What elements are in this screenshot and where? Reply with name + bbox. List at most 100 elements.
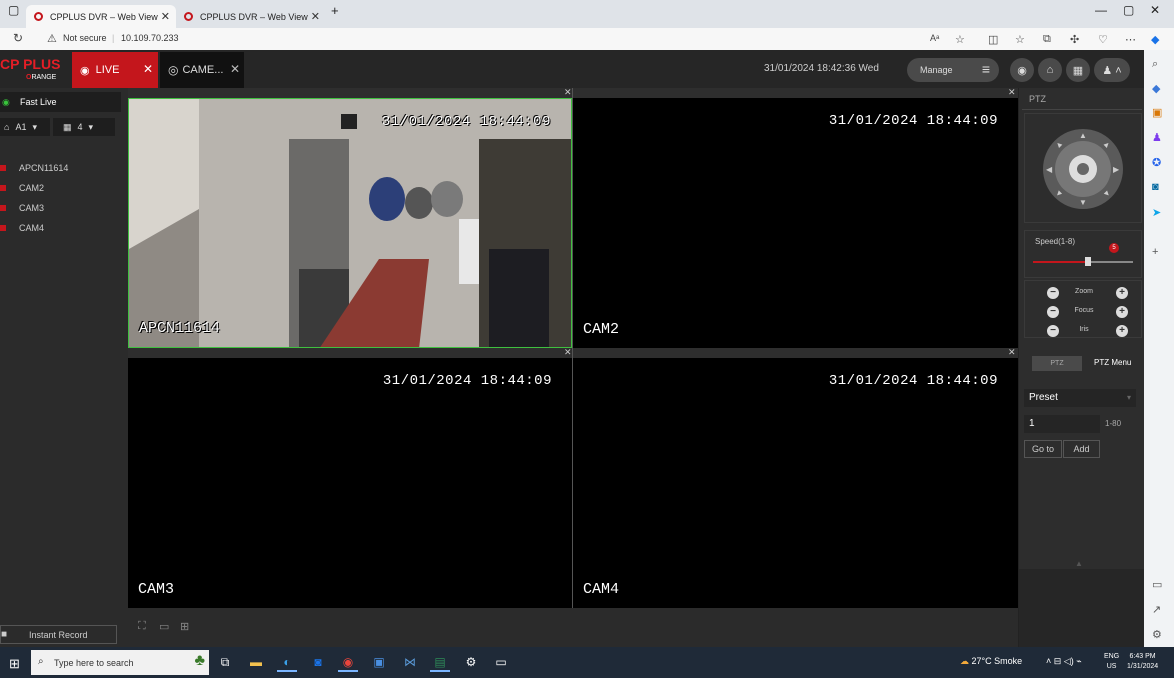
tab-ptz-menu[interactable]: PTZ Menu [1094, 358, 1131, 367]
up-arrow-icon[interactable]: ▲ [1079, 131, 1087, 140]
instant-record-button[interactable]: ■ Instant Record [0, 625, 117, 644]
fast-live-button[interactable]: ◉ Fast Live [0, 92, 121, 112]
url-field[interactable]: 10.109.70.233 [121, 33, 179, 43]
extensions-icon[interactable]: ✣ [1070, 33, 1079, 46]
ptz-center-button[interactable] [1069, 155, 1097, 183]
collections-icon[interactable]: ⧉ [1043, 33, 1051, 46]
manage-button[interactable]: Manage ≡ [907, 58, 999, 82]
more-menu-icon[interactable]: ⋯ [1125, 33, 1136, 46]
edge-browser-icon[interactable]: ◐ [277, 652, 297, 672]
down-right-arrow-icon[interactable]: ▼ [1101, 188, 1113, 200]
split-screen-icon[interactable]: ◫ [988, 33, 998, 46]
preset-select[interactable]: Preset ▾ [1024, 389, 1136, 407]
close-window-icon[interactable]: ✕ [1150, 3, 1160, 17]
sidebar-add-icon[interactable]: + [1152, 246, 1158, 258]
maximize-icon[interactable]: ▢ [1123, 3, 1134, 17]
excel-icon[interactable]: ▤ [430, 652, 450, 672]
speed-slider[interactable]: 5 [1033, 243, 1133, 266]
favorites-icon[interactable]: ☆ [1015, 33, 1025, 46]
tab-title: CPPLUS DVR – Web View [50, 11, 158, 22]
tab-actions-icon[interactable]: ▢ [8, 3, 19, 17]
down-arrow-icon[interactable]: ▼ [1079, 198, 1087, 207]
quad-view-icon[interactable]: ⊞ [180, 620, 189, 633]
right-arrow-icon[interactable]: ▶ [1113, 165, 1119, 174]
sidebar-panel-icon[interactable]: ▭ [1152, 578, 1162, 591]
refresh-icon[interactable]: ↻ [13, 31, 23, 45]
sidebar-games-icon[interactable]: ✪ [1152, 156, 1161, 169]
close-live-tab-icon[interactable]: ✕ [143, 62, 153, 76]
weather-widget[interactable]: ☁ 27°C Smoke [960, 656, 1022, 667]
add-preset-button[interactable]: Add [1063, 440, 1100, 458]
preset-number-input[interactable]: 1 [1024, 415, 1100, 433]
sidebar-settings-icon[interactable]: ⚙ [1152, 628, 1162, 641]
browser-tab-1[interactable]: CPPLUS DVR – Web View ✕ [26, 5, 176, 28]
video-cell-1[interactable]: 31/01/2024 18:44:09 APCN11614 [128, 98, 572, 348]
new-tab-button[interactable]: + [331, 3, 339, 18]
file-explorer-icon[interactable]: ▬ [246, 652, 266, 672]
camera-list-item[interactable]: CAM2 [0, 178, 68, 198]
fullscreen-icon[interactable]: ⛶ [138, 620, 146, 633]
sidebar-people-icon[interactable]: ♟ [1152, 131, 1162, 144]
browser-sidebar: ⌕ ◆ ▣ ♟ ✪ ◙ ➤ + ▭ ↗ ⚙ [1144, 50, 1174, 647]
browser-tab-2[interactable]: CPPLUS DVR – Web View ✕ [176, 5, 326, 28]
speed-slider-thumb[interactable] [1085, 257, 1091, 266]
camera-list-item[interactable]: APCN11614 [0, 158, 68, 178]
tab-ptz[interactable]: PTZ [1032, 356, 1082, 371]
favorite-star-icon[interactable]: ☆ [955, 33, 965, 46]
security-label[interactable]: Not secure [63, 33, 107, 43]
read-aloud-icon[interactable]: Aᵃ [930, 33, 939, 43]
copilot-icon[interactable]: ◆ [1151, 33, 1159, 46]
minimize-icon[interactable]: — [1095, 3, 1107, 17]
sidebar-external-icon[interactable]: ↗ [1152, 603, 1161, 616]
ptz-direction-pad[interactable]: ▲ ▼ ◀ ▶ ▲ ▲ ▼ ▼ [1043, 129, 1123, 209]
close-cell-4-icon[interactable]: ✕ [1008, 347, 1016, 358]
taskbar-clock[interactable]: 6:43 PM 1/31/2024 [1127, 652, 1158, 672]
sidebar-search-icon[interactable]: ⌕ [1152, 58, 1158, 71]
camera-tab[interactable]: ◎ CAME... ✕ [160, 52, 244, 88]
iris-plus-button[interactable]: + [1116, 325, 1128, 337]
video-cell-2[interactable]: 31/01/2024 18:44:09 CAM2 [573, 98, 1018, 348]
home-icon[interactable]: ⌂ [1038, 58, 1062, 82]
preview-eye-icon[interactable]: ◉ [1010, 58, 1034, 82]
outlook-icon[interactable]: ◙ [308, 652, 328, 672]
close-cell-2-icon[interactable]: ✕ [1008, 87, 1016, 98]
video-cell-4[interactable]: 31/01/2024 18:44:09 CAM4 [573, 358, 1018, 608]
close-camera-tab-icon[interactable]: ✕ [230, 62, 240, 76]
input-language[interactable]: ENG US [1104, 652, 1119, 672]
live-tab[interactable]: ◉ LIVE ✕ [72, 52, 158, 88]
camera-list-item[interactable]: CAM3 [0, 198, 68, 218]
terminal-icon[interactable]: ▭ [491, 652, 511, 672]
sidebar-send-icon[interactable]: ➤ [1152, 206, 1161, 219]
video-cell-3[interactable]: 31/01/2024 18:44:09 CAM3 [128, 358, 572, 608]
user-menu-icon[interactable]: ♟ ˄ [1094, 58, 1130, 82]
sidebar-toolbox-icon[interactable]: ▣ [1152, 106, 1162, 119]
stream-select[interactable]: ⌂ A1 ▾ [0, 118, 50, 136]
cell-header-strip [128, 88, 1018, 98]
task-view-icon[interactable]: ⧉ [215, 652, 235, 672]
system-tray-icons[interactable]: ˄ ⊟ ◁) ⌁ [1046, 656, 1082, 667]
settings-icon[interactable]: ⚙ [461, 652, 481, 672]
vscode-icon[interactable]: ⋈ [400, 652, 420, 672]
collapse-icon[interactable]: ▲ [1075, 559, 1083, 568]
layout-select[interactable]: ▦ 4 ▾ [53, 118, 115, 136]
sidebar-tag-icon[interactable]: ◆ [1152, 82, 1160, 95]
close-tab-icon[interactable]: ✕ [161, 10, 170, 23]
focus-plus-button[interactable]: + [1116, 306, 1128, 318]
app-icon[interactable]: ▣ [369, 652, 389, 672]
chrome-icon[interactable]: ◉ [338, 652, 358, 672]
zoom-in-button[interactable]: + [1116, 287, 1128, 299]
taskbar-search-input[interactable]: ⌕ Type here to search ♣ [31, 650, 209, 675]
qr-code-icon[interactable]: ▦ [1066, 58, 1090, 82]
browser-essentials-icon[interactable]: ♡ [1098, 33, 1108, 46]
close-cell-1-icon[interactable]: ✕ [564, 87, 572, 98]
left-arrow-icon[interactable]: ◀ [1046, 165, 1052, 174]
single-view-icon[interactable]: ▭ [159, 620, 169, 633]
windows-start-icon[interactable]: ⊞ [9, 656, 20, 672]
close-tab-icon[interactable]: ✕ [311, 10, 320, 23]
camera-list-item[interactable]: CAM4 [0, 218, 68, 238]
goto-button[interactable]: Go to [1024, 440, 1062, 458]
fast-live-eye-icon: ◉ [2, 96, 10, 107]
stream-icon: ⌂ [4, 122, 10, 132]
sidebar-outlook-icon[interactable]: ◙ [1152, 181, 1159, 193]
close-cell-3-icon[interactable]: ✕ [564, 347, 572, 358]
